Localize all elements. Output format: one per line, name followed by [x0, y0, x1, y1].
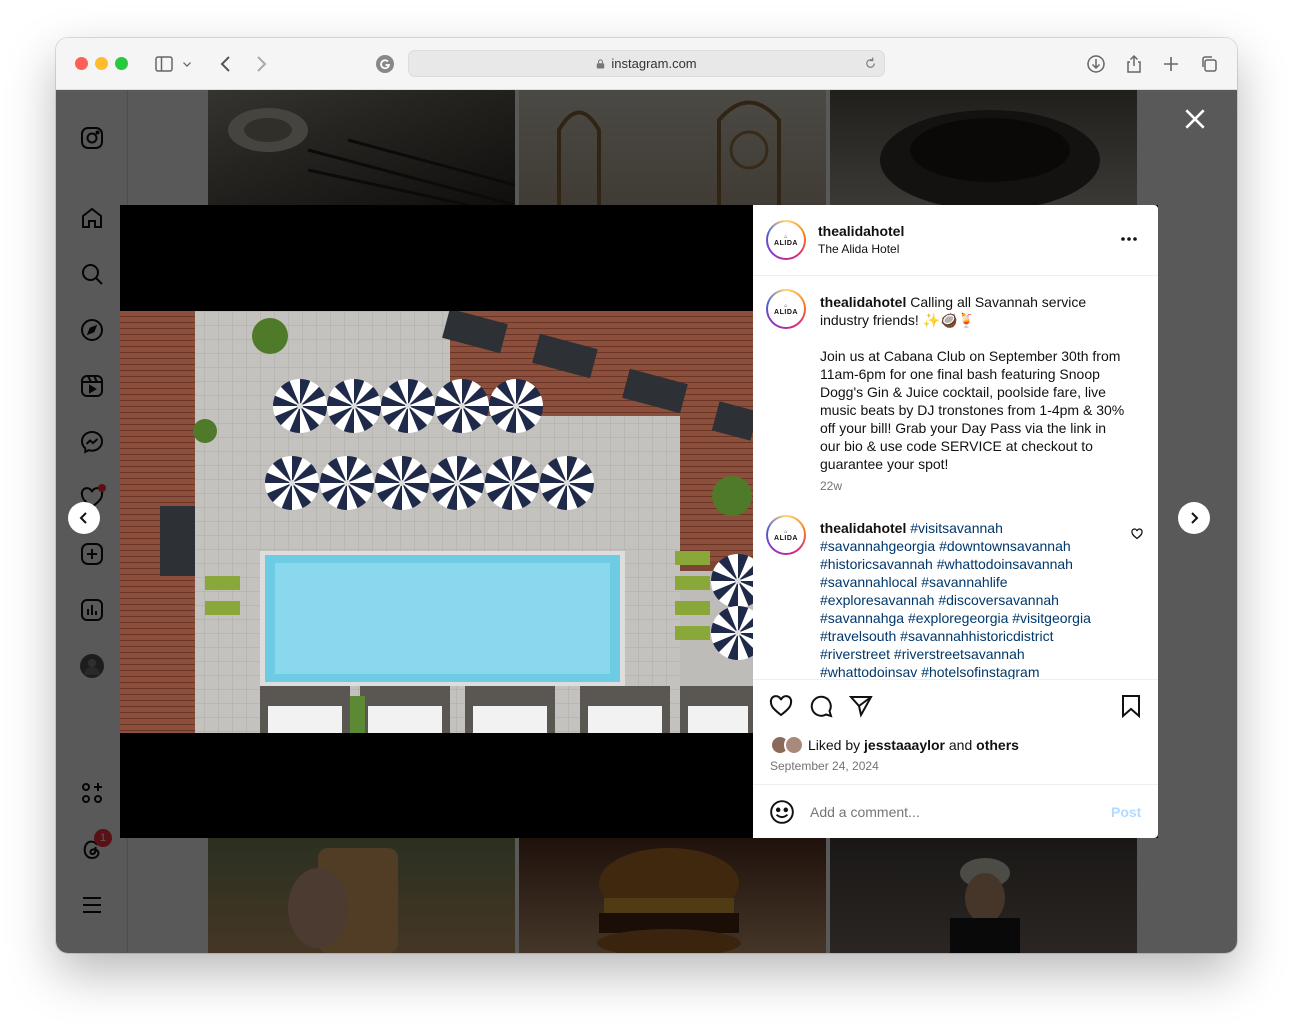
- hashtag-comment: thealidahotel #visitsavannah #savannahge…: [820, 519, 1120, 679]
- address-bar[interactable]: instagram.com: [408, 50, 885, 77]
- caption-body: Join us at Cabana Club on September 30th…: [820, 348, 1125, 472]
- grammarly-extension-icon[interactable]: [373, 52, 397, 76]
- umbrella-graphic: [489, 379, 543, 433]
- umbrella-graphic: [375, 456, 429, 510]
- chevron-left-icon: [79, 512, 87, 524]
- hashtag-link[interactable]: #savannahlife: [921, 574, 1007, 590]
- save-bookmark-icon[interactable]: [1119, 694, 1143, 723]
- liked-by-others[interactable]: others: [976, 737, 1019, 753]
- previous-post-button[interactable]: [68, 502, 100, 534]
- more-options-icon[interactable]: [1119, 229, 1139, 254]
- post-modal: ⌂ ALIDA thealidahotel The Alida Hotel ⌂ AL…: [120, 205, 1158, 838]
- close-icon[interactable]: [1182, 106, 1208, 132]
- comment-input[interactable]: [808, 800, 1098, 824]
- umbrella-graphic: [265, 456, 319, 510]
- umbrella-graphic: [381, 379, 435, 433]
- hashtag-link[interactable]: #whattodoinsavannah: [937, 556, 1073, 572]
- url-text: instagram.com: [611, 56, 697, 71]
- umbrella-graphic: [320, 456, 374, 510]
- hashtag-link[interactable]: #visitgeorgia: [1012, 610, 1091, 626]
- hashtag-list: #visitsavannah #savannahgeorgia #downtow…: [820, 520, 1091, 679]
- umbrella-graphic: [273, 379, 327, 433]
- hashtag-link[interactable]: #historicsavannah: [820, 556, 933, 572]
- tab-overview-icon[interactable]: [1197, 52, 1221, 76]
- hashtag-link[interactable]: #savannahhistoricdistrict: [900, 628, 1053, 644]
- back-icon[interactable]: [214, 52, 238, 76]
- close-window-button[interactable]: [75, 57, 88, 70]
- next-post-button[interactable]: [1178, 502, 1210, 534]
- minimize-window-button[interactable]: [95, 57, 108, 70]
- hashtag-link[interactable]: #discoversavannah: [938, 592, 1059, 608]
- umbrella-graphic: [435, 379, 489, 433]
- post-header: ⌂ ALIDA thealidahotel The Alida Hotel: [753, 205, 1158, 276]
- caption-username[interactable]: thealidahotel: [820, 294, 906, 310]
- reload-icon[interactable]: [863, 56, 878, 71]
- like-comment-icon[interactable]: [1131, 527, 1143, 545]
- hashtag-link[interactable]: #savannahgeorgia: [820, 538, 935, 554]
- like-icon[interactable]: [769, 694, 793, 723]
- hashtag-link[interactable]: #downtownsavannah: [939, 538, 1071, 554]
- sidebar-toggle-icon[interactable]: [152, 52, 176, 76]
- chevron-down-icon[interactable]: [180, 52, 194, 76]
- umbrella-graphic: [540, 456, 594, 510]
- comments-section: ⌂ ALIDA thealidahotel Calling all Savanna…: [753, 276, 1158, 679]
- browser-window: instagram.com ⌂ ALIDA thealidahotel The …: [56, 38, 1237, 953]
- caption-text: thealidahotel Calling all Savannah servi…: [820, 293, 1130, 329]
- chevron-right-icon: [1191, 512, 1199, 524]
- hashtag-link[interactable]: #riverstreet: [820, 646, 890, 662]
- umbrella-graphic: [485, 456, 539, 510]
- page-content: 1: [56, 90, 1237, 953]
- post-comment-button[interactable]: Post: [1111, 804, 1141, 820]
- post-details-panel: ⌂ ALIDA thealidahotel The Alida Hotel ⌂ AL…: [753, 205, 1158, 838]
- post-location[interactable]: The Alida Hotel: [818, 242, 899, 256]
- liker-avatar: [784, 735, 804, 755]
- comment-icon[interactable]: [809, 694, 833, 723]
- liked-by-user[interactable]: jesstaaaylor: [864, 737, 945, 753]
- hashtag-link[interactable]: #riverstreetsavannah: [894, 646, 1025, 662]
- hashtag-link[interactable]: #savannahga: [820, 610, 904, 626]
- comment-avatar[interactable]: ⌂ ALIDA: [766, 515, 806, 555]
- umbrella-graphic: [430, 456, 484, 510]
- liked-by-and: and: [948, 737, 973, 753]
- caption-age: 22w: [820, 479, 843, 493]
- hashtag-link[interactable]: #hotelsofinstagram: [921, 664, 1039, 679]
- comment-username[interactable]: thealidahotel: [820, 520, 906, 536]
- caption-avatar[interactable]: ⌂ ALIDA: [766, 289, 806, 329]
- lock-icon: [597, 58, 605, 68]
- forward-icon[interactable]: [249, 52, 273, 76]
- emoji-icon[interactable]: [769, 799, 795, 825]
- avatar-logo-text: ALIDA: [774, 239, 798, 247]
- download-icon[interactable]: [1084, 52, 1108, 76]
- browser-toolbar: instagram.com: [56, 38, 1237, 90]
- add-comment-bar: Post: [753, 785, 1158, 838]
- share-icon[interactable]: [1122, 52, 1146, 76]
- liked-by-text: Liked by jesstaaaylor and others: [808, 737, 1019, 753]
- zoom-window-button[interactable]: [115, 57, 128, 70]
- hashtag-link[interactable]: #visitsavannah: [910, 520, 1003, 536]
- liked-by-prefix: Liked by: [808, 737, 861, 753]
- hashtag-link[interactable]: #savannahlocal: [820, 574, 917, 590]
- hashtag-link[interactable]: #travelsouth: [820, 628, 896, 644]
- liked-by-avatars: [770, 735, 806, 755]
- post-date: September 24, 2024: [770, 759, 879, 773]
- hashtag-link[interactable]: #whattodoinsav: [820, 664, 917, 679]
- post-image[interactable]: [120, 311, 753, 733]
- share-post-icon[interactable]: [848, 694, 873, 723]
- action-section: Liked by jesstaaaylor and others Septemb…: [753, 679, 1158, 785]
- new-tab-icon[interactable]: [1159, 52, 1183, 76]
- hashtag-link[interactable]: #exploregeorgia: [908, 610, 1008, 626]
- umbrella-graphic: [327, 379, 381, 433]
- account-avatar[interactable]: ⌂ ALIDA: [766, 220, 806, 260]
- hashtag-link[interactable]: #exploresavannah: [820, 592, 934, 608]
- post-username[interactable]: thealidahotel: [818, 223, 904, 239]
